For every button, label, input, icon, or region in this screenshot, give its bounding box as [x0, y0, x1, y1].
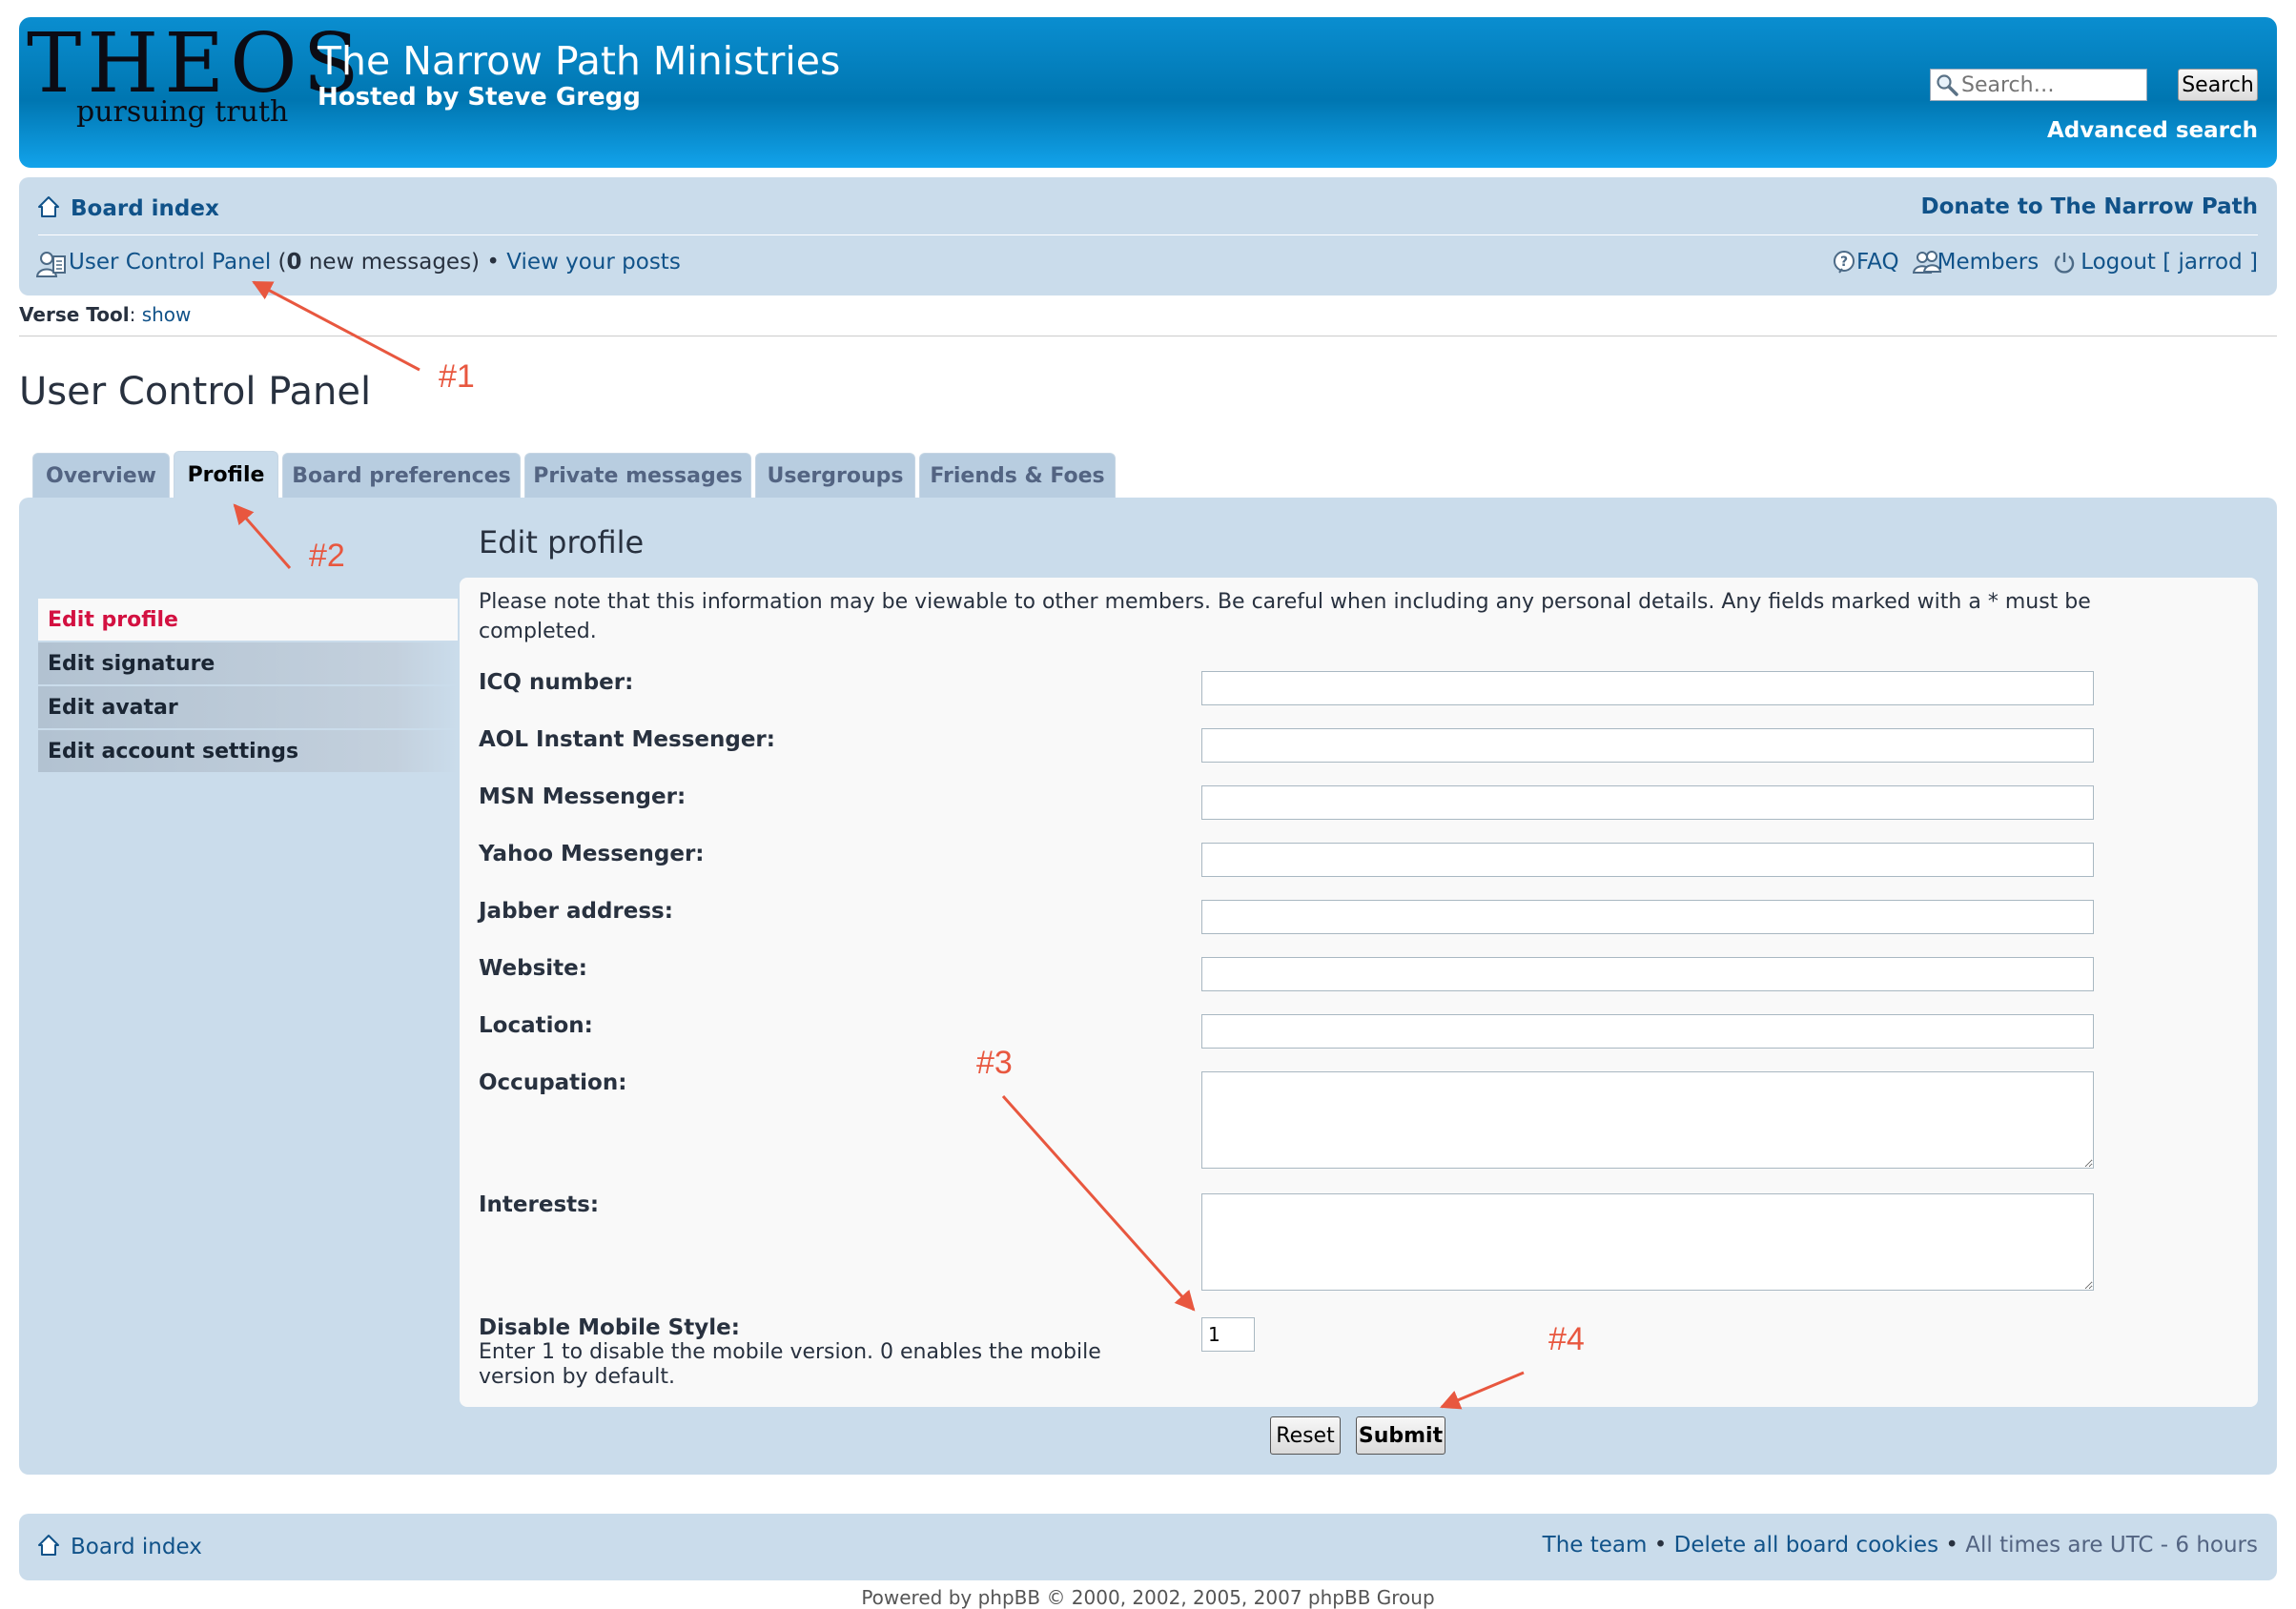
- user-control-panel-link[interactable]: User Control Panel: [69, 250, 271, 275]
- user-control-panel-icon: [35, 250, 67, 282]
- menu-edit-avatar[interactable]: Edit avatar: [38, 686, 458, 728]
- ucp-paren-open: (: [271, 250, 287, 275]
- board-index-home-icon: [36, 194, 61, 223]
- aim-label: AOL Instant Messenger:: [479, 727, 775, 752]
- advanced-search-link[interactable]: Advanced search: [2047, 118, 2258, 143]
- timezone-text: All times are UTC - 6 hours: [1965, 1533, 2258, 1558]
- site-logo[interactable]: THEOS: [27, 23, 365, 105]
- verse-tool-show-link[interactable]: show: [142, 303, 192, 326]
- user-links: ? FAQ Members Logout [ jarrod ]: [1832, 250, 2258, 275]
- svg-text:?: ?: [1840, 255, 1848, 270]
- interests-label: Interests:: [479, 1192, 600, 1217]
- annotation-label-3: #3: [976, 1045, 1013, 1081]
- verse-tool-colon: :: [129, 303, 142, 326]
- delete-cookies-link[interactable]: Delete all board cookies: [1674, 1533, 1938, 1558]
- tab-friends-foes[interactable]: Friends & Foes: [919, 453, 1116, 498]
- footer-links: The team • Delete all board cookies • Al…: [1543, 1533, 2258, 1558]
- content-title: Edit profile: [479, 524, 645, 560]
- icq-input[interactable]: [1201, 671, 2094, 705]
- yahoo-input[interactable]: [1201, 843, 2094, 877]
- menu-edit-account-settings[interactable]: Edit account settings: [38, 730, 458, 772]
- verse-tool: Verse Tool: show: [19, 303, 191, 326]
- members-icon: [1912, 250, 1941, 275]
- interests-textarea[interactable]: [1201, 1193, 2094, 1291]
- navbar-divider: [38, 234, 2258, 235]
- donate-link[interactable]: Donate to The Narrow Path: [1920, 194, 2258, 219]
- annotation-label-4: #4: [1548, 1321, 1585, 1357]
- the-team-link[interactable]: The team: [1543, 1533, 1648, 1558]
- search-input[interactable]: [1959, 72, 2133, 97]
- reset-button[interactable]: Reset: [1270, 1416, 1341, 1455]
- msn-label: MSN Messenger:: [479, 784, 687, 809]
- faq-icon: ?: [1832, 250, 1856, 275]
- annotation-label-1: #1: [439, 358, 475, 395]
- disable-mobile-label: Disable Mobile Style:: [479, 1315, 740, 1340]
- disable-mobile-description: Enter 1 to disable the mobile version. 0…: [479, 1340, 1101, 1389]
- search-icon: [1935, 72, 1959, 97]
- view-your-posts-link[interactable]: View your posts: [506, 250, 681, 275]
- page-title: User Control Panel: [19, 370, 372, 414]
- new-message-count: 0: [286, 250, 302, 275]
- board-index-link[interactable]: Board index: [71, 196, 219, 221]
- search-button[interactable]: Search: [2178, 69, 2258, 101]
- privacy-note: Please note that this information may be…: [479, 590, 2091, 643]
- ucp-line: User Control Panel (0 new messages) • Vi…: [69, 250, 681, 275]
- location-input[interactable]: [1201, 1014, 2094, 1049]
- disable-mobile-input[interactable]: [1201, 1317, 1255, 1352]
- logout-icon: [2052, 250, 2077, 275]
- occupation-label: Occupation:: [479, 1070, 627, 1095]
- footer-home-icon: [36, 1533, 61, 1561]
- search-box: [1930, 69, 2147, 101]
- new-messages-text: new messages): [301, 250, 481, 275]
- footer-bullet: •: [1647, 1533, 1674, 1558]
- tab-overview[interactable]: Overview: [32, 453, 170, 498]
- site-description: Hosted by Steve Gregg: [318, 83, 641, 112]
- menu-edit-signature[interactable]: Edit signature: [38, 642, 458, 684]
- site-title: The Narrow Path Ministries: [318, 38, 841, 84]
- site-logo-tagline: pursuing truth: [76, 95, 289, 129]
- website-label: Website:: [479, 956, 587, 981]
- annotation-label-2: #2: [309, 538, 345, 574]
- footer-board-index-link[interactable]: Board index: [71, 1535, 202, 1559]
- faq-link[interactable]: FAQ: [1856, 250, 1899, 275]
- tab-usergroups[interactable]: Usergroups: [755, 453, 915, 498]
- tab-profile[interactable]: Profile: [174, 451, 278, 498]
- website-input[interactable]: [1201, 957, 2094, 991]
- members-link[interactable]: Members: [1937, 250, 2040, 275]
- aim-input[interactable]: [1201, 728, 2094, 763]
- footer-bullet: •: [1938, 1533, 1966, 1558]
- logout-link[interactable]: Logout [ jarrod ]: [2081, 250, 2258, 275]
- icq-label: ICQ number:: [479, 670, 634, 695]
- tab-board-preferences[interactable]: Board preferences: [282, 453, 521, 498]
- copyright-text: Powered by phpBB © 2000, 2002, 2005, 200…: [861, 1586, 1435, 1609]
- nav-bullet: •: [480, 250, 507, 275]
- jabber-label: Jabber address:: [479, 899, 673, 924]
- submit-button[interactable]: Submit: [1356, 1416, 1445, 1455]
- location-label: Location:: [479, 1013, 593, 1038]
- tab-private-messages[interactable]: Private messages: [524, 453, 751, 498]
- occupation-textarea[interactable]: [1201, 1071, 2094, 1169]
- menu-edit-profile[interactable]: Edit profile: [38, 599, 458, 641]
- verse-tool-label: Verse Tool: [19, 303, 130, 326]
- yahoo-label: Yahoo Messenger:: [479, 842, 705, 866]
- msn-input[interactable]: [1201, 785, 2094, 820]
- jabber-input[interactable]: [1201, 900, 2094, 934]
